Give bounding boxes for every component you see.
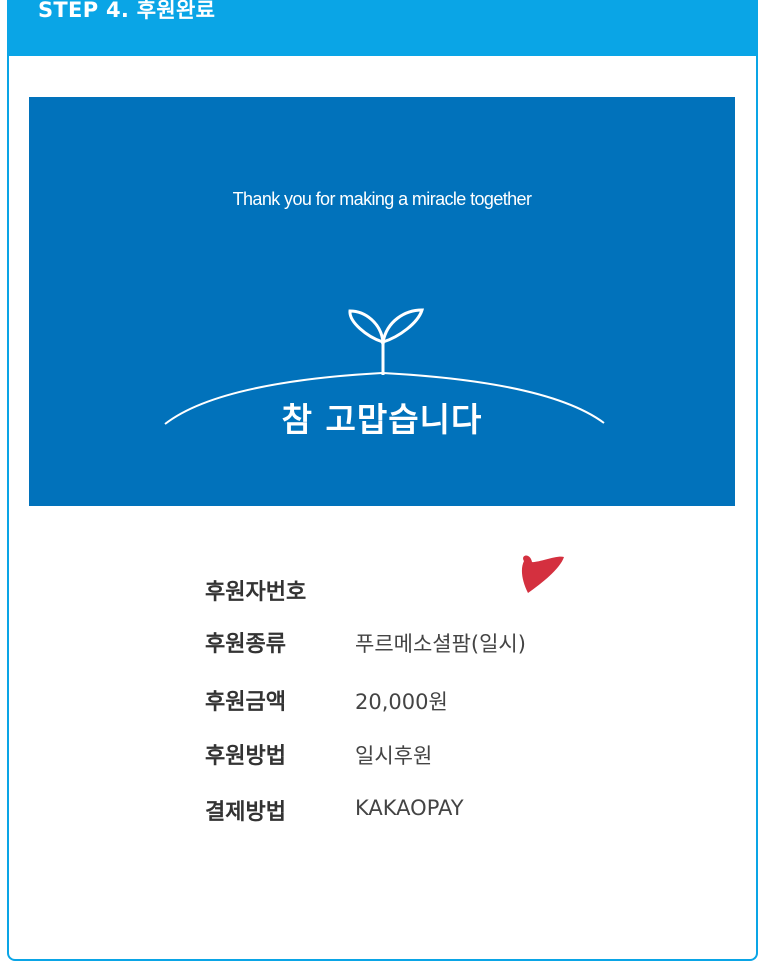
banner-title: 참 고맙습니다 (281, 400, 483, 439)
detail-row-donation-method: 후원방법 일시후원 (205, 738, 625, 778)
step-title: STEP 4. 후원완료 (38, 0, 216, 22)
thank-you-banner: Thank you for making a miracle together … (29, 97, 735, 506)
detail-label: 후원방법 (205, 744, 286, 769)
detail-label: 결제방법 (205, 800, 286, 825)
heart-icon (521, 555, 564, 593)
detail-row-payment-method: 결제방법 KAKAOPAY (205, 794, 625, 834)
step-header: STEP 4. 후원완료 (7, 0, 758, 56)
detail-label: 후원금액 (205, 690, 286, 715)
detail-row-donation-type: 후원종류 푸르메소셜팜(일시) (205, 626, 625, 666)
detail-value: KAKAOPAY (355, 796, 464, 820)
sprout-icon (164, 308, 605, 425)
detail-value: 20,000원 (355, 690, 448, 714)
detail-label: 후원자번호 (205, 580, 307, 605)
detail-value: 일시후원 (355, 744, 433, 768)
detail-value: 푸르메소셜팜(일시) (355, 632, 526, 656)
detail-row-donation-amount: 후원금액 20,000원 (205, 684, 625, 724)
detail-label: 후원종류 (205, 632, 286, 657)
